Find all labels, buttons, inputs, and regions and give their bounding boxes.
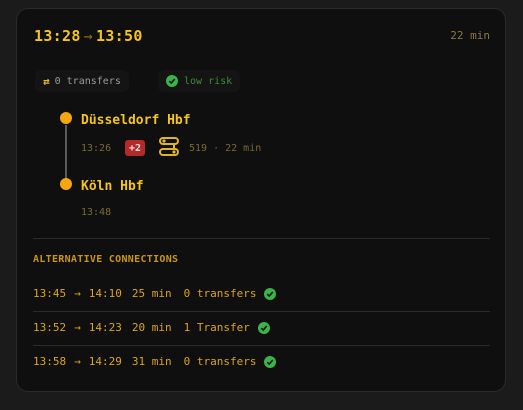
train-route-icon[interactable] [158,136,180,162]
check-circle-icon [257,321,270,334]
row-divider [33,345,490,346]
alternatives-title: ALTERNATIVE CONNECTIONS [33,254,179,265]
alt-duration: 25 min [131,287,172,300]
alt-departure: 13:45 [33,287,67,300]
destination-dot [60,178,72,190]
section-divider [33,238,490,239]
risk-label: low risk [184,75,233,87]
connection-times: 13:28 → 13:50 [34,27,143,45]
check-circle-icon [166,75,178,87]
swap-arrows-icon: ⇄ [43,74,50,88]
origin-dot [60,112,72,124]
origin-time: 13:26 [81,143,112,154]
row-divider [33,311,490,312]
arrow-icon: → [74,321,81,334]
transfers-chip: ⇄ 0 transfers [35,70,129,92]
arrow-icon: → [83,27,93,45]
arrow-icon: → [74,287,81,300]
alt-departure: 13:58 [33,355,67,368]
arrow-icon: → [74,355,81,368]
check-circle-icon [264,355,277,368]
destination-time: 13:48 [81,207,112,218]
connection-card: 13:28 → 13:50 22 min ⇄ 0 transfers low ris… [16,8,506,392]
alternative-row[interactable]: 13:58 → 14:29 31 min 0 transfers [33,355,277,368]
alt-departure: 13:52 [33,321,67,334]
alternative-row[interactable]: 13:52 → 14:23 20 min 1 Transfer [33,321,270,334]
total-duration: 22 min [450,29,490,42]
delay-badge: +2 [125,140,146,156]
alt-duration: 20 min [131,321,172,334]
departure-time: 13:28 [34,27,81,45]
alt-transfers: 0 transfers [183,287,257,300]
alt-transfers: 1 Transfer [183,321,250,334]
arrival-time: 13:50 [96,27,143,45]
leg-info: 519 · 22 min [189,143,262,154]
alt-duration: 31 min [131,355,172,368]
alt-transfers: 0 transfers [183,355,257,368]
alt-arrival: 14:23 [88,321,122,334]
alt-arrival: 14:10 [88,287,122,300]
destination-station[interactable]: Köln Hbf [81,179,144,194]
risk-chip: low risk [158,70,241,92]
check-circle-icon [264,287,277,300]
alternative-row[interactable]: 13:45 → 14:10 25 min 0 transfers [33,287,277,300]
alt-arrival: 14:29 [88,355,122,368]
origin-station[interactable]: Düsseldorf Hbf [81,113,191,128]
transfers-label: 0 transfers [54,75,121,87]
